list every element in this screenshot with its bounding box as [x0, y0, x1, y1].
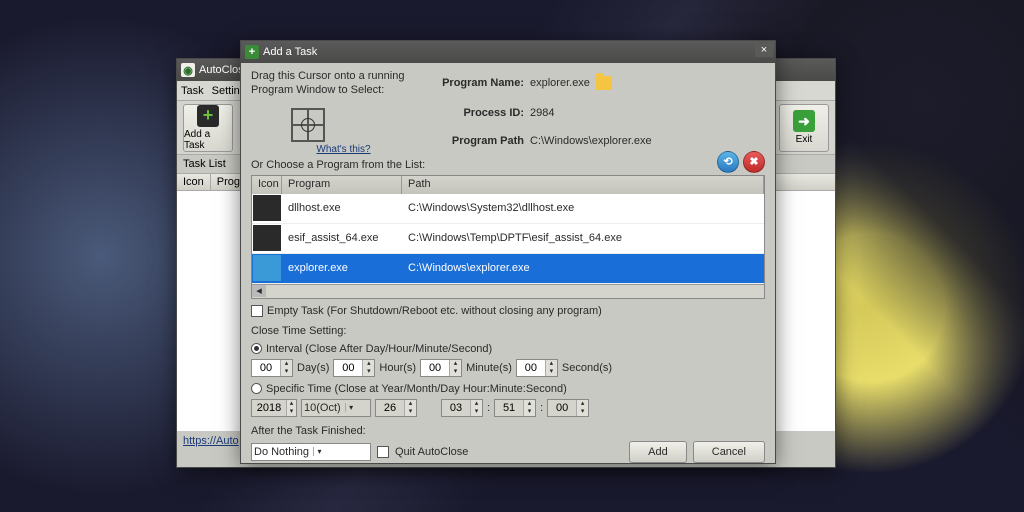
- specific-time-row: ▴▾ 10(Oct)▾ ▴▾ ▴▾ : ▴▾ : ▴▾: [251, 399, 765, 417]
- program-path: C:\Windows\Temp\DPTF\esif_assist_64.exe: [402, 232, 764, 244]
- add-button[interactable]: Add: [629, 441, 687, 463]
- program-name-value: explorer.exe: [530, 77, 590, 89]
- program-row[interactable]: dllhost.exeC:\Windows\System32\dllhost.e…: [252, 194, 764, 224]
- after-task-label: After the Task Finished:: [251, 425, 765, 437]
- add-task-button[interactable]: + Add a Task: [183, 104, 233, 152]
- program-icon: [253, 255, 281, 281]
- close-time-label: Close Time Setting:: [251, 325, 765, 337]
- sec-spinner[interactable]: ▴▾: [547, 399, 589, 417]
- seconds-label: Second(s): [562, 362, 612, 374]
- interval-radio[interactable]: [251, 343, 262, 354]
- minutes-label: Minute(s): [466, 362, 512, 374]
- program-name-label: Program Name:: [426, 77, 524, 89]
- cancel-button[interactable]: Cancel: [693, 441, 765, 463]
- exit-icon: ➜: [793, 110, 815, 132]
- day-spinner[interactable]: ▴▾: [375, 399, 417, 417]
- app-icon: ◉: [181, 63, 195, 77]
- interval-label: Interval (Close After Day/Hour/Minute/Se…: [266, 343, 492, 355]
- after-action-select[interactable]: Do Nothing▾: [251, 443, 371, 461]
- specific-time-radio[interactable]: [251, 383, 262, 394]
- empty-task-label: Empty Task (For Shutdown/Reboot etc. wit…: [267, 305, 602, 317]
- minutes-spinner[interactable]: ▴▾: [420, 359, 462, 377]
- program-name: esif_assist_64.exe: [282, 232, 402, 244]
- year-spinner[interactable]: ▴▾: [251, 399, 297, 417]
- minutes-input[interactable]: [421, 362, 449, 374]
- program-row[interactable]: esif_assist_64.exeC:\Windows\Temp\DPTF\e…: [252, 224, 764, 254]
- folder-icon: [596, 76, 612, 90]
- program-name: explorer.exe: [282, 262, 402, 274]
- quit-autoclose-label: Quit AutoClose: [395, 446, 468, 458]
- program-list-header: Icon Program Path: [252, 176, 764, 194]
- whats-this-link[interactable]: What's this?: [271, 144, 416, 155]
- add-task-label: Add a Task: [184, 129, 232, 151]
- dialog-title: Add a Task: [263, 46, 771, 58]
- plus-icon: +: [197, 105, 219, 127]
- program-name: dllhost.exe: [282, 202, 402, 214]
- tasklist-col-icon[interactable]: Icon: [177, 174, 211, 190]
- program-icon: [253, 195, 281, 221]
- interval-row: ▴▾ Day(s) ▴▾ Hour(s) ▴▾ Minute(s) ▴▾ Sec…: [251, 359, 765, 377]
- program-path-label: Program Path: [426, 135, 524, 147]
- close-icon[interactable]: ×: [755, 43, 773, 57]
- days-label: Day(s): [297, 362, 329, 374]
- program-row[interactable]: explorer.exeC:\Windows\explorer.exe: [252, 254, 764, 284]
- col-program[interactable]: Program: [282, 176, 402, 194]
- days-input[interactable]: [252, 362, 280, 374]
- add-task-dialog: + Add a Task × Drag this Cursor onto a r…: [240, 40, 776, 464]
- col-icon[interactable]: Icon: [252, 176, 282, 194]
- seconds-input[interactable]: [517, 362, 545, 374]
- colon: :: [487, 402, 490, 414]
- refresh-button[interactable]: ⟲: [717, 151, 739, 173]
- col-path[interactable]: Path: [402, 176, 764, 194]
- month-select[interactable]: 10(Oct)▾: [301, 399, 371, 417]
- process-id-label: Process ID:: [426, 107, 524, 119]
- plus-icon: +: [245, 45, 259, 59]
- program-info: Program Name: explorer.exe Process ID: 2…: [426, 69, 652, 155]
- seconds-spinner[interactable]: ▴▾: [516, 359, 558, 377]
- quit-autoclose-checkbox[interactable]: [377, 446, 389, 458]
- menu-task[interactable]: Task: [181, 85, 204, 97]
- program-path-value: C:\Windows\explorer.exe: [530, 135, 652, 147]
- empty-task-checkbox[interactable]: [251, 305, 263, 317]
- scroll-left-icon[interactable]: ◂: [252, 285, 266, 297]
- hours-spinner[interactable]: ▴▾: [333, 359, 375, 377]
- colon: :: [540, 402, 543, 414]
- program-list: Icon Program Path dllhost.exeC:\Windows\…: [251, 175, 765, 299]
- process-id-value: 2984: [530, 107, 652, 119]
- days-spinner[interactable]: ▴▾: [251, 359, 293, 377]
- specific-time-label: Specific Time (Close at Year/Month/Day H…: [266, 383, 567, 395]
- min-spinner[interactable]: ▴▾: [494, 399, 536, 417]
- exit-label: Exit: [796, 134, 813, 145]
- remove-button[interactable]: ✖: [743, 151, 765, 173]
- scrollbar[interactable]: ◂: [252, 284, 764, 298]
- crosshair-cursor-picker[interactable]: [291, 108, 325, 142]
- drag-instruction: Drag this Cursor onto a running Program …: [251, 69, 416, 98]
- hours-label: Hour(s): [379, 362, 416, 374]
- program-icon: [253, 225, 281, 251]
- program-path: C:\Windows\System32\dllhost.exe: [402, 202, 764, 214]
- hour-spinner[interactable]: ▴▾: [441, 399, 483, 417]
- program-path: C:\Windows\explorer.exe: [402, 262, 764, 274]
- dialog-titlebar[interactable]: + Add a Task ×: [241, 41, 775, 63]
- hours-input[interactable]: [334, 362, 362, 374]
- exit-button[interactable]: ➜ Exit: [779, 104, 829, 152]
